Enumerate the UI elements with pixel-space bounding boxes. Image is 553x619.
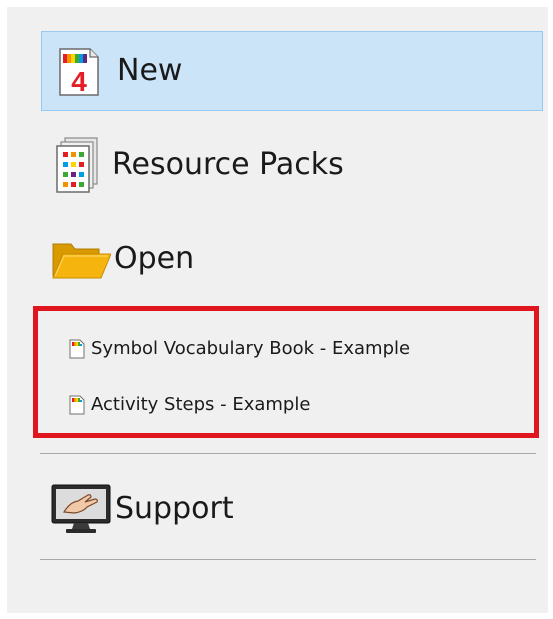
menu-divider: [40, 453, 536, 454]
recent-file-label: Activity Steps - Example: [91, 394, 311, 415]
open-button[interactable]: Open: [41, 219, 543, 299]
svg-text:4: 4: [71, 66, 87, 97]
recent-file-label: Symbol Vocabulary Book - Example: [91, 338, 411, 359]
support-button[interactable]: Support: [41, 469, 543, 549]
document-icon: [69, 395, 85, 415]
support-monitor-icon: [50, 482, 112, 536]
resource-packs-button[interactable]: Resource Packs: [41, 125, 543, 205]
file-menu-panel: 4 New Resource Packs Open Symbol Vocabul…: [7, 7, 548, 613]
open-label: Open: [114, 241, 195, 276]
new-document-icon: 4: [57, 44, 101, 98]
new-label: New: [117, 53, 183, 88]
resource-packs-icon: [53, 136, 101, 194]
recent-file-item[interactable]: Activity Steps - Example: [69, 391, 310, 419]
recent-file-item[interactable]: Symbol Vocabulary Book - Example: [69, 335, 410, 363]
new-button[interactable]: 4 New: [41, 31, 543, 111]
document-icon: [69, 339, 85, 359]
menu-divider: [40, 559, 536, 560]
resource-packs-label: Resource Packs: [112, 147, 344, 182]
support-label: Support: [115, 491, 234, 526]
folder-icon: [51, 238, 112, 280]
